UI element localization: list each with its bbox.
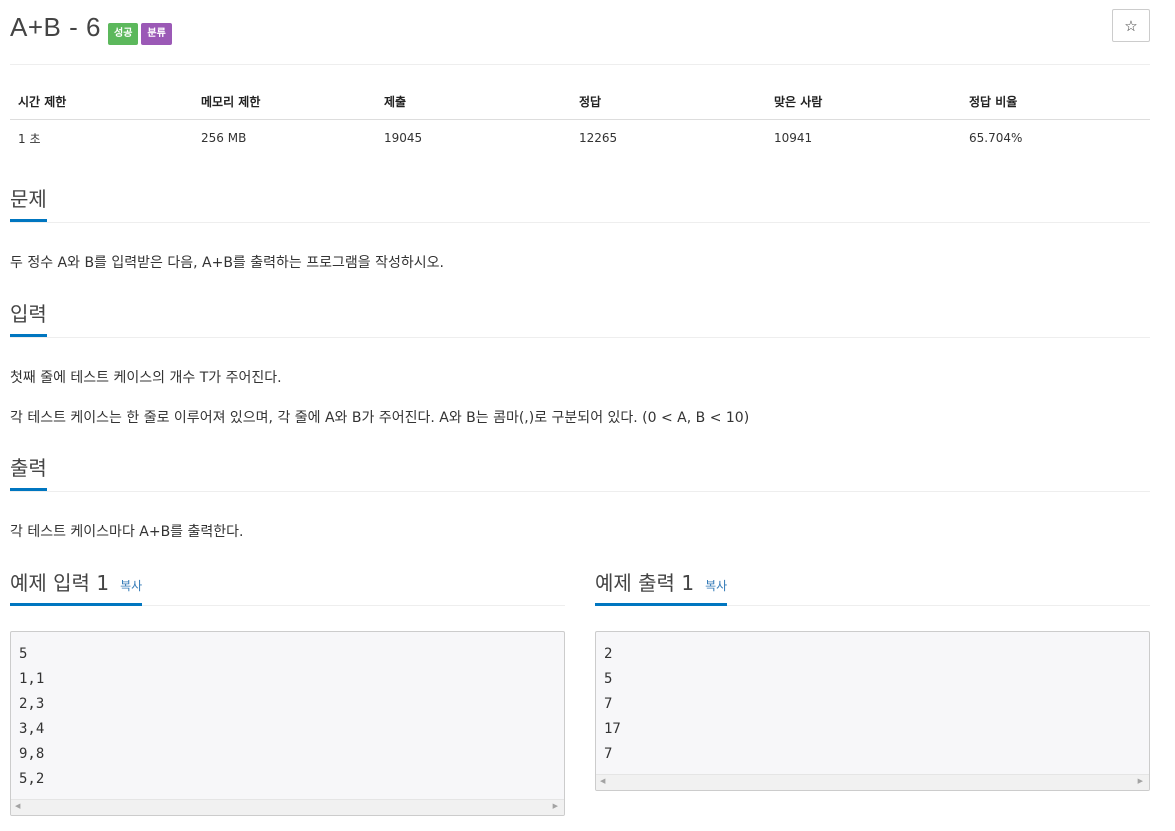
- input-text-line: 각 테스트 케이스는 한 줄로 이루어져 있으며, 각 줄에 A와 B가 주어진…: [10, 410, 750, 426]
- sample-input-box: 5 1,1 2,3 3,4 9,8 5,2 ◀ ▶: [10, 631, 565, 816]
- sample-output-line: 17: [604, 721, 621, 737]
- accept-ratio-value: 65.704%: [969, 131, 1023, 145]
- copy-sample-output-link[interactable]: 복사: [705, 579, 727, 593]
- problem-info-table: 시간 제한 메모리 제한 제출 정답 맞은 사람 정답 비율 1 초 256 M…: [10, 83, 1150, 156]
- sample-input-content: 5 1,1 2,3 3,4 9,8 5,2: [11, 632, 564, 792]
- sample-output-section: 예제 출력 1 복사 2 5 7 17 7 ◀ ▶: [595, 570, 1150, 791]
- sample-input-line: 3,4: [19, 721, 45, 737]
- output-heading-bar: 출력: [10, 450, 1150, 492]
- scroll-left-arrow-icon[interactable]: ◀: [15, 802, 20, 810]
- sample-output-line: 7: [604, 696, 613, 712]
- problem-title: A+B - 6: [10, 12, 101, 42]
- info-header-row: 시간 제한 메모리 제한 제출 정답 맞은 사람 정답 비율: [10, 83, 1150, 120]
- sample-output-line: 5: [604, 671, 613, 687]
- sample-input-line: 5,2: [19, 771, 45, 787]
- input-heading-bar: 입력: [10, 296, 1150, 338]
- input-heading: 입력: [10, 297, 47, 337]
- sample-input-heading-bar: 예제 입력 1 복사: [10, 570, 565, 606]
- sample-input-line: 9,8: [19, 746, 45, 762]
- favorite-star-button[interactable]: ☆: [1112, 9, 1150, 42]
- description-heading: 문제: [10, 182, 47, 222]
- sample-output-box: 2 5 7 17 7 ◀ ▶: [595, 631, 1150, 791]
- sample-input-line: 2,3: [19, 696, 45, 712]
- accepted-value: 12265: [579, 131, 618, 145]
- sample-input-title: 예제 입력 1 복사: [10, 571, 143, 606]
- scroll-left-arrow-icon[interactable]: ◀: [600, 777, 605, 785]
- title-row: A+B - 6 성공 분류 ☆: [10, 0, 1150, 65]
- output-heading: 출력: [10, 451, 47, 491]
- accepted-header: 정답: [571, 83, 766, 120]
- time-limit-value: 1 초: [18, 131, 41, 146]
- memory-limit-header: 메모리 제한: [193, 83, 376, 120]
- solved-users-value: 10941: [774, 131, 813, 145]
- copy-sample-input-link[interactable]: 복사: [120, 579, 142, 593]
- sample-input-horizontal-scrollbar[interactable]: ◀ ▶: [11, 799, 564, 815]
- sample-output-title: 예제 출력 1 복사: [595, 571, 728, 606]
- scroll-right-arrow-icon[interactable]: ▶: [1138, 777, 1143, 785]
- output-text: 각 테스트 케이스마다 A+B를 출력한다.: [10, 524, 244, 540]
- accept-ratio-header: 정답 비율: [961, 83, 1150, 120]
- sample-output-heading-bar: 예제 출력 1 복사: [595, 570, 1150, 606]
- sample-output-content: 2 5 7 17 7: [596, 632, 1149, 767]
- sample-input-line: 1,1: [19, 671, 45, 687]
- problem-labels: 성공 분류: [108, 23, 172, 45]
- success-badge: 성공: [108, 23, 139, 45]
- submissions-header: 제출: [376, 83, 571, 120]
- description-heading-bar: 문제: [10, 181, 1150, 223]
- submissions-value: 19045: [384, 131, 423, 145]
- scroll-right-arrow-icon[interactable]: ▶: [553, 802, 558, 810]
- problem-page: A+B - 6 성공 분류 ☆ 시간 제한 메모리 제한 제출 정답 맞은 사람…: [10, 0, 1150, 816]
- time-limit-header: 시간 제한: [10, 83, 193, 120]
- star-icon: ☆: [1124, 17, 1138, 35]
- sample-output-line: 7: [604, 746, 613, 762]
- output-section: 출력 각 테스트 케이스마다 A+B를 출력한다.: [10, 450, 1150, 542]
- solved-users-header: 맞은 사람: [766, 83, 961, 120]
- input-text-line: 첫째 줄에 테스트 케이스의 개수 T가 주어진다.: [10, 370, 282, 386]
- memory-limit-value: 256 MB: [201, 131, 247, 145]
- sample-output-horizontal-scrollbar[interactable]: ◀ ▶: [596, 774, 1149, 790]
- input-body: 첫째 줄에 테스트 케이스의 개수 T가 주어진다. 각 테스트 케이스는 한 …: [10, 338, 1150, 428]
- info-value-row: 1 초 256 MB 19045 12265 10941 65.704%: [10, 120, 1150, 157]
- description-section: 문제 두 정수 A와 B를 입력받은 다음, A+B를 출력하는 프로그램을 작…: [10, 181, 1150, 273]
- description-body: 두 정수 A와 B를 입력받은 다음, A+B를 출력하는 프로그램을 작성하시…: [10, 223, 1150, 273]
- sample-output-heading: 예제 출력 1: [595, 571, 695, 595]
- description-text: 두 정수 A와 B를 입력받은 다음, A+B를 출력하는 프로그램을 작성하시…: [10, 255, 444, 271]
- output-body: 각 테스트 케이스마다 A+B를 출력한다.: [10, 492, 1150, 542]
- category-badge[interactable]: 분류: [141, 23, 172, 45]
- sample-output-line: 2: [604, 646, 613, 662]
- sample-input-heading: 예제 입력 1: [10, 571, 110, 595]
- sample-input-section: 예제 입력 1 복사 5 1,1 2,3 3,4 9,8 5,2 ◀ ▶: [10, 570, 565, 816]
- sample-input-line: 5: [19, 646, 28, 662]
- input-section: 입력 첫째 줄에 테스트 케이스의 개수 T가 주어진다. 각 테스트 케이스는…: [10, 296, 1150, 428]
